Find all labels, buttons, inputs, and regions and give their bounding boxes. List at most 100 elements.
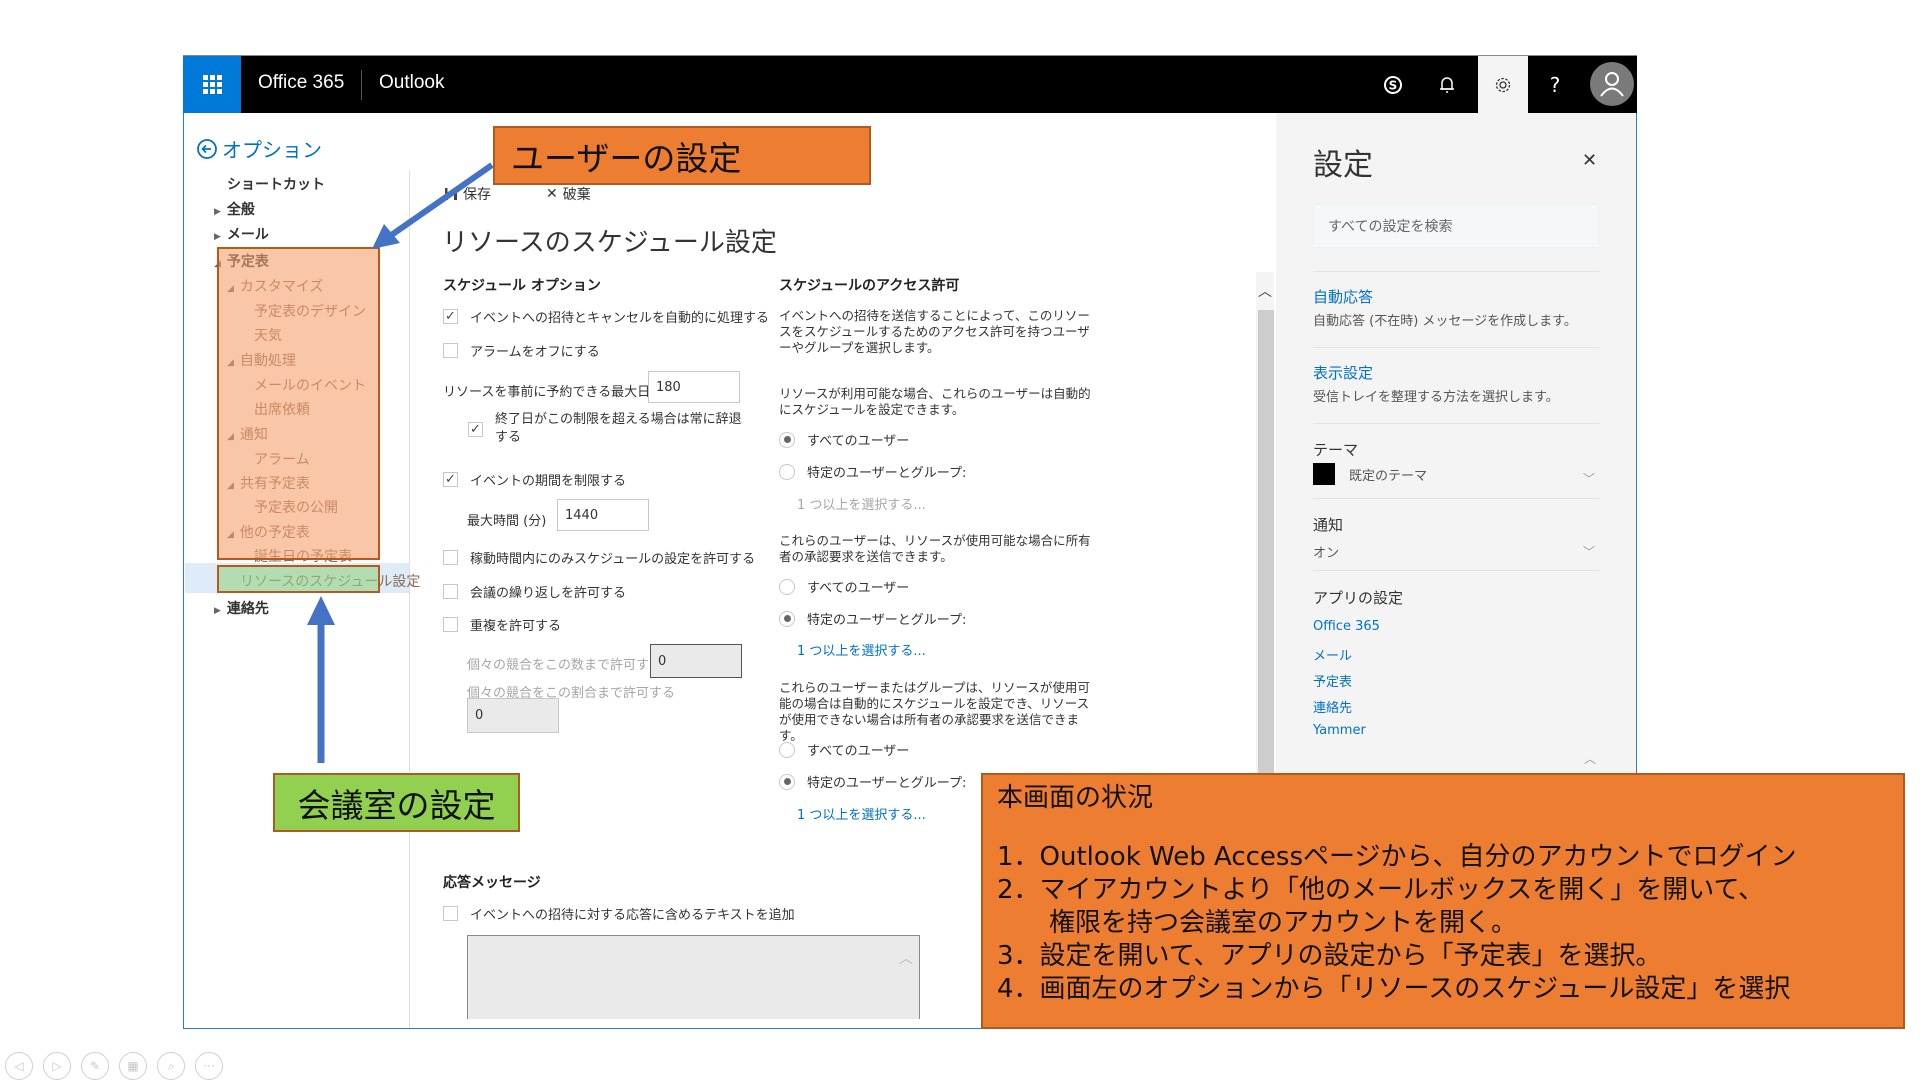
avatar-icon: [1600, 72, 1624, 97]
limit-duration-option[interactable]: ✓ イベントの期間を制限する: [443, 470, 626, 489]
group3-specific-radio[interactable]: [779, 773, 795, 790]
settings-search-input[interactable]: すべての設定を検索: [1313, 204, 1599, 248]
group1-specific-option[interactable]: 特定のユーザーとグループ:: [779, 462, 966, 481]
max-days-input[interactable]: 180: [648, 371, 740, 403]
nav-item-general[interactable]: ▶ 全般: [214, 199, 255, 219]
scroll-up-button[interactable]: ︿: [1256, 272, 1274, 310]
notifications-dropdown[interactable]: オン ﹀: [1313, 540, 1603, 562]
more-button[interactable]: ···: [195, 1052, 223, 1080]
app-link-people[interactable]: 連絡先: [1313, 697, 1352, 716]
app-link-office365[interactable]: Office 365: [1313, 619, 1380, 634]
options-label: オプション: [222, 138, 322, 162]
calendar-settings-highlight: [217, 247, 380, 560]
notifications-button[interactable]: [1422, 56, 1472, 113]
group2-specific-option[interactable]: 特定のユーザーとグループ:: [779, 609, 966, 628]
reply-text-area[interactable]: ︿: [467, 935, 920, 1019]
max-days-label: リソースを事前に予約できる最大日数: [443, 385, 664, 400]
next-icon: ▷: [52, 1059, 62, 1073]
allow-conflicts-option[interactable]: 重複を許可する: [443, 615, 561, 634]
divider: [1313, 498, 1599, 499]
turn-off-alarm-option[interactable]: アラームをオフにする: [443, 341, 600, 360]
previous-slide-button[interactable]: ◁: [5, 1052, 33, 1080]
skype-button[interactable]: S: [1368, 56, 1418, 113]
group3-all-users-option[interactable]: すべてのユーザー: [779, 740, 909, 759]
app-launcher-button[interactable]: [183, 56, 241, 113]
waffle-icon: [202, 75, 222, 94]
add-reply-text-option[interactable]: イベントへの招待に対する応答に含めるテキストを追加: [443, 904, 795, 923]
check-icon: ✓: [470, 421, 481, 437]
group2-all-users-option[interactable]: すべてのユーザー: [779, 577, 909, 596]
max-minutes-input[interactable]: 1440: [557, 499, 649, 531]
limit-duration-label: イベントの期間を制限する: [470, 474, 627, 489]
nav-item-label: 全般: [226, 202, 255, 218]
turn-off-alarm-checkbox[interactable]: [443, 343, 458, 358]
discard-button[interactable]: ✕ 破棄: [546, 184, 591, 204]
group2-select-link[interactable]: 1 つ以上を選択する...: [797, 640, 926, 659]
group3-all-users-radio[interactable]: [779, 741, 795, 758]
working-hours-checkbox[interactable]: [443, 550, 458, 565]
decline-beyond-option[interactable]: ✓ 終了日がこの制限を超える場合は常に辞退する: [468, 411, 745, 447]
slides-button[interactable]: ▦: [119, 1052, 147, 1080]
max-minutes-label: 最大時間 (分): [467, 514, 547, 529]
group3-specific-label: 特定のユーザーとグループ:: [807, 776, 967, 791]
nav-divider: [409, 170, 410, 1028]
display-settings-link[interactable]: 表示設定: [1313, 362, 1373, 383]
conflict-percent-input[interactable]: 0: [467, 698, 559, 733]
status-step: 3．設定を開いて、アプリの設定から「予定表」を選択。: [997, 941, 1662, 971]
zoom-button[interactable]: ⌕: [157, 1052, 185, 1080]
limit-duration-checkbox[interactable]: ✓: [443, 472, 458, 487]
working-hours-option[interactable]: 稼動時間内にのみスケジュールの設定を許可する: [443, 548, 755, 567]
decline-beyond-checkbox[interactable]: ✓: [468, 421, 483, 437]
group3-select-link[interactable]: 1 つ以上を選択する...: [797, 804, 926, 823]
app-link-yammer[interactable]: Yammer: [1313, 723, 1366, 738]
suite-name[interactable]: Office 365: [258, 72, 344, 94]
save-icon: [445, 188, 457, 200]
pen-button[interactable]: ✎: [81, 1052, 109, 1080]
auto-reply-description: 自動応答 (不在時) メッセージを作成します。: [1313, 314, 1577, 329]
theme-dropdown[interactable]: 既定のテーマ ﹀: [1313, 462, 1603, 486]
notifications-value: オン: [1313, 545, 1340, 561]
status-step: 2．マイアカウントより「他のメールボックスを開く」を開いて、: [997, 875, 1765, 905]
status-step: 1．Outlook Web Accessページから、自分のアカウントでログイン: [997, 842, 1797, 872]
conflict-count-input[interactable]: 0: [650, 644, 742, 678]
check-icon: ✓: [445, 472, 456, 487]
help-icon: ?: [1549, 72, 1561, 97]
settings-button[interactable]: [1478, 56, 1528, 113]
expand-icon: ▶: [214, 232, 221, 242]
add-reply-text-checkbox[interactable]: [443, 906, 458, 921]
auto-process-checkbox[interactable]: ✓: [443, 309, 458, 324]
expand-icon: ▶: [214, 606, 221, 616]
next-slide-button[interactable]: ▷: [43, 1052, 71, 1080]
nav-item-label: 連絡先: [226, 601, 269, 617]
allow-conflicts-checkbox[interactable]: [443, 617, 458, 632]
auto-reply-link[interactable]: 自動応答: [1313, 286, 1373, 307]
auto-process-option[interactable]: ✓ イベントへの招待とキャンセルを自動的に処理する: [443, 307, 769, 326]
nav-item-people[interactable]: ▶ 連絡先: [214, 598, 269, 618]
add-reply-text-label: イベントへの招待に対する応答に含めるテキストを追加: [470, 908, 795, 923]
app-name[interactable]: Outlook: [379, 72, 444, 94]
avatar[interactable]: [1590, 62, 1634, 106]
group1-all-users-radio[interactable]: [779, 431, 795, 448]
chevron-up-icon[interactable]: ︿: [899, 948, 913, 968]
group2-specific-radio[interactable]: [779, 610, 795, 627]
nav-item-mail[interactable]: ▶ メール: [214, 224, 269, 244]
chevron-up-icon[interactable]: ︿: [1584, 750, 1596, 767]
group2-all-users-radio[interactable]: [779, 578, 795, 595]
nav-item-shortcuts[interactable]: ショートカット: [227, 174, 325, 194]
brand-separator: [361, 70, 362, 100]
screen-status-callout: 本画面の状況 1．Outlook Web Accessページから、自分のアカウン…: [981, 773, 1905, 1029]
chevron-down-icon: ﹀: [1582, 471, 1595, 486]
close-settings-button[interactable]: ✕: [1582, 150, 1597, 171]
group3-specific-option[interactable]: 特定のユーザーとグループ:: [779, 772, 966, 791]
save-button[interactable]: 保存: [444, 184, 491, 204]
app-link-calendar[interactable]: 予定表: [1313, 671, 1352, 690]
group1-specific-radio[interactable]: [779, 463, 795, 480]
discard-label: 破棄: [562, 187, 591, 203]
group1-all-users-option[interactable]: すべてのユーザー: [779, 430, 909, 449]
app-link-mail[interactable]: メール: [1313, 645, 1352, 664]
options-back-link[interactable]: オプション: [196, 134, 322, 163]
help-button[interactable]: ?: [1530, 56, 1580, 113]
back-arrow-icon: [197, 138, 217, 159]
allow-recurring-checkbox[interactable]: [443, 584, 458, 599]
allow-recurring-option[interactable]: 会議の繰り返しを許可する: [443, 582, 626, 601]
